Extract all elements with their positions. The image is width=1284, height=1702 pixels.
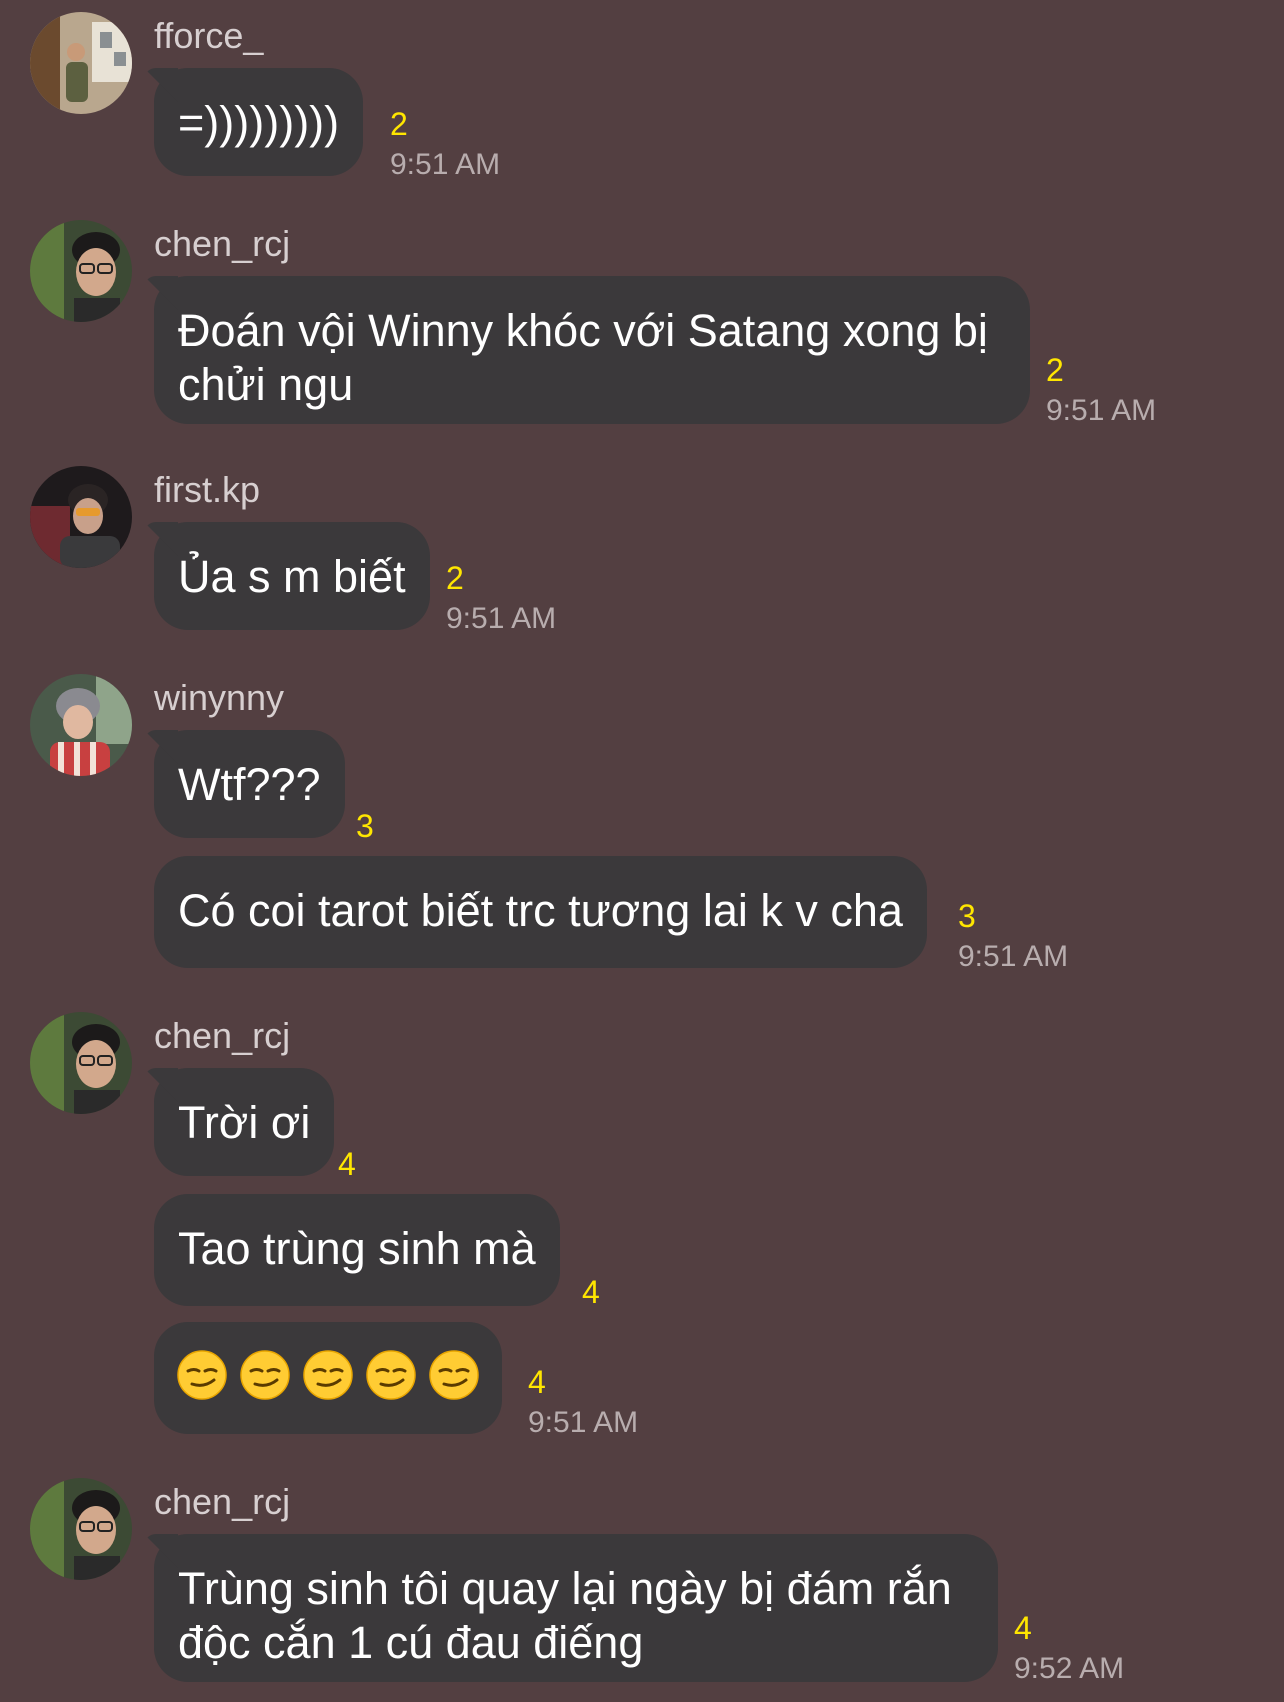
read-count: 2	[446, 560, 464, 596]
message-text: Ủa s m biết	[178, 551, 406, 602]
sender-name: chen_rcj	[154, 1015, 291, 1056]
sender-avatar[interactable]	[30, 1012, 132, 1114]
message-bubble[interactable]	[154, 1322, 502, 1434]
sender-name: winynny	[154, 677, 285, 718]
smirking-face-icon	[366, 1350, 416, 1401]
message-bubble[interactable]: Tao trùng sinh mà	[154, 1194, 560, 1306]
sender-name: chen_rcj	[154, 223, 291, 264]
smirking-face-icon	[177, 1350, 227, 1401]
read-count: 3	[958, 898, 976, 934]
message-bubble[interactable]: Ủa s m biết	[154, 522, 430, 630]
message-bubble[interactable]: Đoán vội Winny khóc với Satang xong bị c…	[154, 276, 1030, 424]
emoji-row	[176, 1346, 480, 1401]
sender-avatar[interactable]	[30, 1478, 132, 1580]
sender-name: chen_rcj	[154, 1481, 291, 1522]
sender-avatar[interactable]	[30, 220, 132, 322]
read-count: 4	[528, 1364, 546, 1400]
message-text: Trời ơi	[178, 1097, 311, 1148]
smirking-face-icon	[303, 1350, 353, 1401]
smirking-face-icon	[429, 1350, 479, 1401]
sender-avatar[interactable]	[30, 466, 132, 568]
message-bubble[interactable]: Có coi tarot biết trc tương lai k v cha	[154, 856, 927, 968]
message-text: Wtf???	[178, 759, 321, 810]
message-time: 9:51 AM	[528, 1406, 639, 1439]
read-count: 4	[582, 1274, 600, 1310]
message-bubble[interactable]: Wtf???	[154, 730, 345, 838]
message-text: Có coi tarot biết trc tương lai k v cha	[178, 885, 903, 936]
smirking-face-icon	[240, 1350, 290, 1401]
sender-avatar[interactable]	[30, 12, 132, 114]
sender-name: fforce_	[154, 15, 264, 56]
message-bubble[interactable]: Trời ơi	[154, 1068, 335, 1176]
message-text: Tao trùng sinh mà	[178, 1223, 536, 1274]
message-time: 9:51 AM	[1046, 394, 1157, 427]
message-time: 9:52 AM	[1014, 1652, 1125, 1685]
message-time: 9:51 AM	[390, 148, 501, 181]
sender-avatar[interactable]	[30, 674, 132, 776]
message-text: Đoán vội Winny khóc với Satang xong bị c…	[178, 305, 988, 410]
message-bubble[interactable]: =)))))))))	[154, 68, 364, 176]
message-text: Trùng sinh tôi quay lại ngày bị đám rắn …	[178, 1563, 952, 1668]
read-count: 2	[1046, 352, 1064, 388]
sender-name: first.kp	[154, 469, 261, 510]
message-time: 9:51 AM	[958, 940, 1069, 973]
message-time: 9:51 AM	[446, 602, 557, 635]
read-count: 2	[390, 106, 408, 142]
read-count: 4	[1014, 1610, 1032, 1646]
read-count: 4	[338, 1146, 356, 1182]
message-text: =)))))))))	[178, 97, 340, 148]
message-bubble[interactable]: Trùng sinh tôi quay lại ngày bị đám rắn …	[154, 1534, 998, 1682]
read-count: 3	[356, 808, 374, 844]
